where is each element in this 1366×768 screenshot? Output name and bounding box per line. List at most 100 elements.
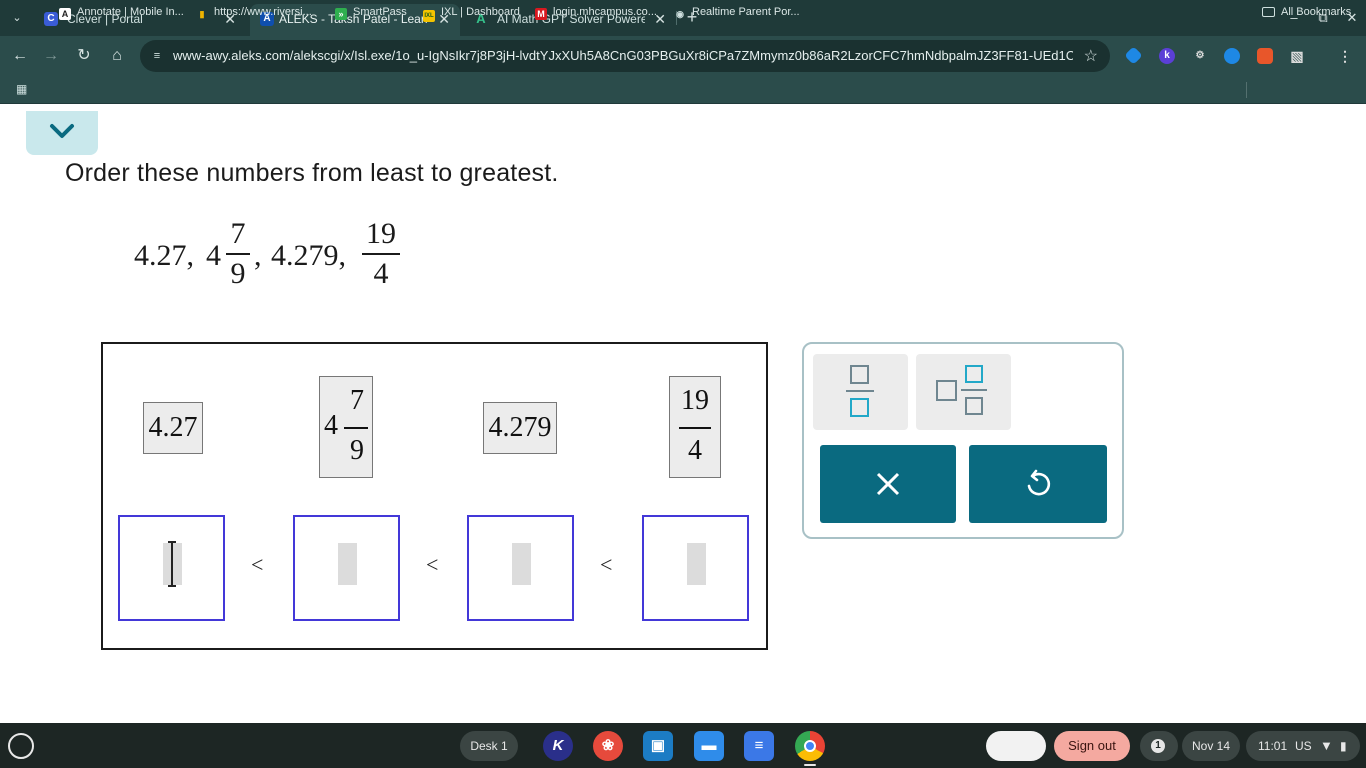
text-cursor-icon [168,541,176,587]
bookmark-label: https://www.riversi... [214,6,312,18]
clear-button[interactable] [820,445,956,523]
url-text[interactable]: www-awy.aleks.com/alekscgi/x/Isl.exe/1o_… [173,48,1073,63]
bookmark-ixl[interactable]: IXL IXL | Dashboard [423,6,520,22]
bookmark-smartpass[interactable]: » SmartPass [335,6,407,22]
less-than-symbol: < [426,552,439,577]
expr-fraction-denominator: 4 [373,257,389,290]
expr-mixed-denominator: 9 [230,257,246,290]
fraction-bar [344,427,368,429]
address-bar[interactable]: ≡ www-awy.aleks.com/alekscgi/x/Isl.exe/1… [140,40,1110,72]
bookmark-label: IXL | Dashboard [441,6,520,18]
extension-orange-icon[interactable] [1257,48,1273,64]
aleks-page: Order these numbers from least to greate… [0,105,1366,723]
bookmark-annotate[interactable]: A Annotate | Mobile In... [59,6,184,22]
tile-numerator: 7 [350,385,364,416]
draggable-tile-19-4[interactable]: 19 4 [669,376,721,478]
browser-toolbar: ← → ↻ ⌂ ≡ www-awy.aleks.com/alekscgi/x/I… [0,36,1366,76]
bookmark-realtime[interactable]: ◉ Realtime Parent Por... [674,6,800,22]
holding-space-tray[interactable] [986,731,1046,761]
slot-placeholder [338,543,357,585]
bookmarks-bar [0,76,1366,104]
ixl-favicon-icon: IXL [423,10,435,22]
files-app-icon[interactable]: ▬ [694,731,724,761]
all-bookmarks-button[interactable]: All Bookmarks [1262,6,1351,22]
mixed-number-tool-button[interactable] [916,354,1011,430]
paint-app-icon[interactable]: ❀ [593,731,623,761]
docs-app-icon[interactable]: ≡ [744,731,774,761]
collapse-header-button[interactable] [26,111,98,155]
expr-mixed-numerator: 7 [230,217,246,250]
draggable-tile-4-279[interactable]: 4.279 [483,402,557,454]
extension-blue-icon[interactable] [1224,48,1240,64]
bookmark-label: Realtime Parent Por... [692,6,800,18]
slot-placeholder [687,543,706,585]
fraction-bar [226,253,250,255]
bookmark-label: login.mhcampus.co... [553,6,657,18]
expr-fraction-numerator: 19 [366,217,396,250]
clock-time: 11:01 [1258,739,1288,753]
tile-denominator: 9 [350,435,364,466]
back-arrow-icon[interactable]: ← [9,45,31,67]
tile-whole: 4 [324,410,338,441]
desk-switcher[interactable]: Desk 1 [460,731,518,761]
classroom-app-icon[interactable]: ▣ [643,731,673,761]
extension-k-icon[interactable]: k [1159,48,1175,64]
fraction-bar [679,427,711,429]
bookmark-riverside[interactable]: ▮ https://www.riversi... [196,6,312,22]
tile-denominator: 4 [688,435,702,466]
apps-grid-icon[interactable]: ▦ [16,82,30,96]
draggable-tile-4-27[interactable]: 4.27 [143,402,203,454]
notification-tray[interactable]: 1 [1140,731,1178,761]
bookmark-label: SmartPass [353,6,407,18]
slot-placeholder [512,543,531,585]
riverside-favicon-icon: ▮ [199,9,205,19]
answer-slot-3[interactable] [467,515,574,621]
launcher-icon[interactable] [8,733,34,759]
chrome-app-icon[interactable] [795,731,825,761]
bookmark-mhcampus[interactable]: Mlogin.mhcampus.co... [535,6,657,22]
ordering-workspace: 4.27 4 7 9 4.279 19 4 < < < [101,342,768,650]
tab-search-chevron-icon[interactable]: ⌄ [6,8,28,28]
active-app-indicator [804,764,816,766]
date-tray[interactable]: Nov 14 [1182,731,1240,761]
kebab-menu-icon[interactable]: ⋮ [1337,48,1353,64]
home-icon[interactable]: ⌂ [106,45,128,67]
expr-mixed-fraction: 7 9 [226,217,250,291]
bookmark-star-icon[interactable]: ☆ [1084,46,1098,66]
chevron-down-icon [50,124,74,138]
notification-count-badge: 1 [1151,739,1165,753]
fraction-icon [846,365,874,417]
reload-icon[interactable]: ↻ [73,45,95,67]
locale-indicator: US [1295,739,1312,753]
extension-diamond-icon[interactable] [1124,46,1143,65]
x-clear-icon [876,472,900,496]
status-tray[interactable]: 11:01 US ▼ ▮ [1246,731,1360,761]
answer-slot-4[interactable] [642,515,749,621]
question-prompt: Order these numbers from least to greate… [65,159,559,187]
expr-mixed-whole: 4 [206,239,221,272]
annotate-favicon-icon: A [59,8,71,20]
globe-icon: ◉ [676,9,684,19]
draggable-tile-mixed-4-7-9[interactable]: 4 7 9 [319,376,373,478]
battery-icon: ▮ [1340,739,1347,753]
expr-number-3: 4.279, [271,239,346,272]
extensions-puzzle-icon[interactable]: ▧ [1289,48,1305,64]
kami-app-icon[interactable]: K [543,731,573,761]
answer-slot-1[interactable] [118,515,225,621]
undo-button[interactable] [969,445,1107,523]
extension-bug-icon[interactable]: ⚙ [1192,48,1208,64]
less-than-symbol: < [251,552,264,577]
sign-out-button[interactable]: Sign out [1054,731,1130,761]
all-bookmarks-label: All Bookmarks [1281,6,1352,18]
fraction-tool-button[interactable] [813,354,908,430]
tile-numerator: 19 [681,385,709,416]
less-than-symbol: < [600,552,613,577]
os-shelf: Desk 1 K ❀ ▣ ▬ ≡ Sign out 1 Nov 14 11:01… [0,723,1366,768]
site-info-icon[interactable]: ≡ [150,49,164,63]
undo-arrow-icon [1027,469,1051,496]
clever-favicon-icon: C [44,12,58,26]
forward-arrow-icon[interactable]: → [40,45,62,67]
answer-slot-2[interactable] [293,515,400,621]
expr-number-1: 4.27, [134,239,194,272]
math-input-panel [802,342,1124,539]
